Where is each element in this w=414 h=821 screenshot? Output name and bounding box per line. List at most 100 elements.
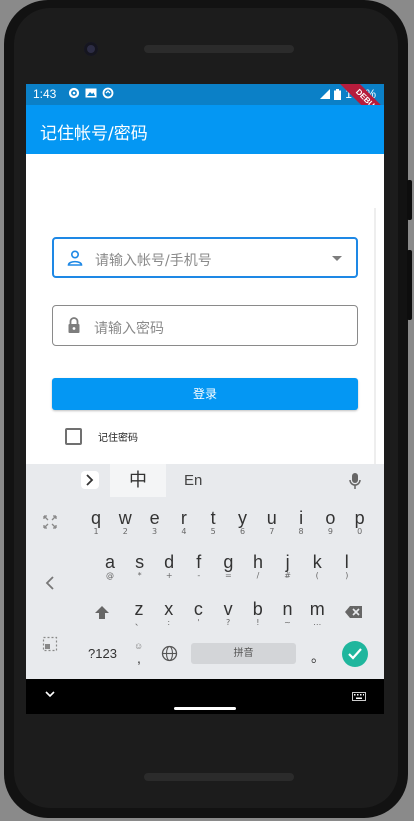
login-form: 请输入帐号/手机号 请输入密码 登录 记住密码 xyxy=(26,154,384,464)
key-n[interactable]: n ~ xyxy=(278,599,298,627)
key-letter: n xyxy=(282,599,293,619)
key-b[interactable]: b! xyxy=(248,599,268,627)
key-l[interactable]: l) xyxy=(337,552,357,580)
remember-label: 记住密码 xyxy=(98,433,138,444)
key-letter: k xyxy=(312,552,322,572)
clipboard-select-icon[interactable] xyxy=(42,636,58,652)
person-icon xyxy=(67,250,83,266)
key-secondary: * xyxy=(137,571,142,580)
keyboard-switch-icon[interactable] xyxy=(352,692,366,701)
dropdown-arrow-icon[interactable] xyxy=(332,256,342,261)
key-secondary: - xyxy=(197,571,201,580)
keyboard-toolbar: 中 En xyxy=(26,464,384,497)
key-d[interactable]: d + xyxy=(159,552,179,580)
key-w[interactable]: w2 xyxy=(115,508,135,536)
key-letter: g xyxy=(223,552,234,572)
key-letter: e xyxy=(149,508,160,528)
key-e[interactable]: e3 xyxy=(145,508,165,536)
navigation-bar xyxy=(26,679,384,714)
symbols-key[interactable]: ?123 xyxy=(88,646,117,661)
key-letter: i xyxy=(299,508,304,528)
key-letter: r xyxy=(180,508,187,528)
key-c[interactable]: c ' xyxy=(188,599,208,627)
globe-icon[interactable] xyxy=(161,645,178,662)
key-letter: l xyxy=(344,552,349,572)
device-screen: 1:43 100% DEBUG 记住帐号/密码 请输入帐号/手机号 xyxy=(26,84,384,714)
key-f[interactable]: f- xyxy=(189,552,209,580)
key-secondary: 6 xyxy=(239,527,246,536)
key-secondary: 4 xyxy=(181,527,187,536)
check-icon xyxy=(348,648,362,660)
key-letter: a xyxy=(104,552,115,572)
key-t[interactable]: t5 xyxy=(203,508,223,536)
home-indicator[interactable] xyxy=(174,707,236,710)
key-letter: w xyxy=(118,508,132,528)
key-secondary: ) xyxy=(345,571,349,580)
key-g[interactable]: g = xyxy=(218,552,238,580)
key-secondary: 3 xyxy=(152,527,158,536)
collapse-toolbar-button[interactable] xyxy=(81,471,99,489)
key-letter: q xyxy=(90,508,101,528)
key-secondary: ! xyxy=(256,618,260,627)
key-u[interactable]: u7 xyxy=(262,508,282,536)
key-secondary: / xyxy=(256,571,260,580)
comma-key[interactable]: , xyxy=(137,650,141,666)
resize-keyboard-icon[interactable] xyxy=(42,514,58,530)
enter-button[interactable] xyxy=(342,641,368,667)
key-m[interactable]: m… xyxy=(307,599,327,627)
key-h[interactable]: h / xyxy=(248,552,268,580)
key-secondary: = xyxy=(225,571,232,580)
key-secondary: 5 xyxy=(210,527,216,536)
key-secondary: … xyxy=(313,618,322,627)
cursor-left-icon[interactable] xyxy=(45,575,55,591)
settings-icon xyxy=(68,87,80,99)
key-i[interactable]: i8 xyxy=(291,508,311,536)
backspace-icon[interactable] xyxy=(344,604,364,620)
key-letter: m xyxy=(309,599,325,619)
tab-english[interactable]: En xyxy=(184,472,202,489)
soft-keyboard: 中 En q 1 w 2 e 3 r 4 t 5 y 6 u 7 i 8 o 9 p 0 a @ s * d + f - g = h / j # k… xyxy=(26,464,384,679)
key-secondary: 8 xyxy=(298,527,304,536)
key-a[interactable]: a @ xyxy=(100,552,120,580)
page-title: 记住帐号/密码 xyxy=(40,124,148,144)
key-q[interactable]: q1 xyxy=(86,508,106,536)
key-letter: b xyxy=(252,599,263,619)
period-key[interactable]: 。 xyxy=(311,647,325,667)
shift-icon[interactable] xyxy=(93,604,111,622)
key-secondary: 1 xyxy=(93,527,99,536)
key-secondary: ? xyxy=(225,618,231,627)
key-r[interactable]: r4 xyxy=(174,508,194,536)
key-secondary: # xyxy=(284,571,291,580)
space-key[interactable]: 拼音 xyxy=(191,643,296,664)
account-field[interactable]: 请输入帐号/手机号 xyxy=(52,237,358,278)
remember-password-row[interactable]: 记住密码 xyxy=(65,428,138,445)
password-placeholder: 请输入密码 xyxy=(94,321,164,337)
key-j[interactable]: j # xyxy=(278,552,298,580)
key-secondary: 7 xyxy=(269,527,275,536)
key-v[interactable]: v? xyxy=(218,599,238,627)
key-letter: p xyxy=(354,508,365,528)
key-letter: s xyxy=(135,552,145,572)
card-edge xyxy=(374,208,376,464)
key-p[interactable]: p0 xyxy=(350,508,370,536)
key-letter: o xyxy=(325,508,336,528)
password-field[interactable]: 请输入密码 xyxy=(52,305,358,346)
key-y[interactable]: y6 xyxy=(233,508,253,536)
login-button[interactable]: 登录 xyxy=(52,378,358,410)
key-k[interactable]: k( xyxy=(307,552,327,580)
microphone-icon[interactable] xyxy=(348,472,362,490)
hide-keyboard-icon[interactable] xyxy=(44,690,56,698)
key-secondary: ( xyxy=(315,571,319,580)
key-letter: c xyxy=(193,599,203,619)
key-letter: d xyxy=(164,552,175,572)
remember-checkbox[interactable] xyxy=(65,428,82,445)
key-secondary: ' xyxy=(197,618,200,627)
app-bar: 记住帐号/密码 xyxy=(26,105,384,154)
key-letter: j xyxy=(285,552,290,572)
status-time: 1:43 xyxy=(33,87,57,101)
key-z[interactable]: z、 xyxy=(129,599,149,627)
key-o[interactable]: o9 xyxy=(320,508,340,536)
key-s[interactable]: s * xyxy=(130,552,150,580)
tab-chinese[interactable]: 中 xyxy=(110,464,166,497)
key-x[interactable]: x: xyxy=(159,599,179,627)
